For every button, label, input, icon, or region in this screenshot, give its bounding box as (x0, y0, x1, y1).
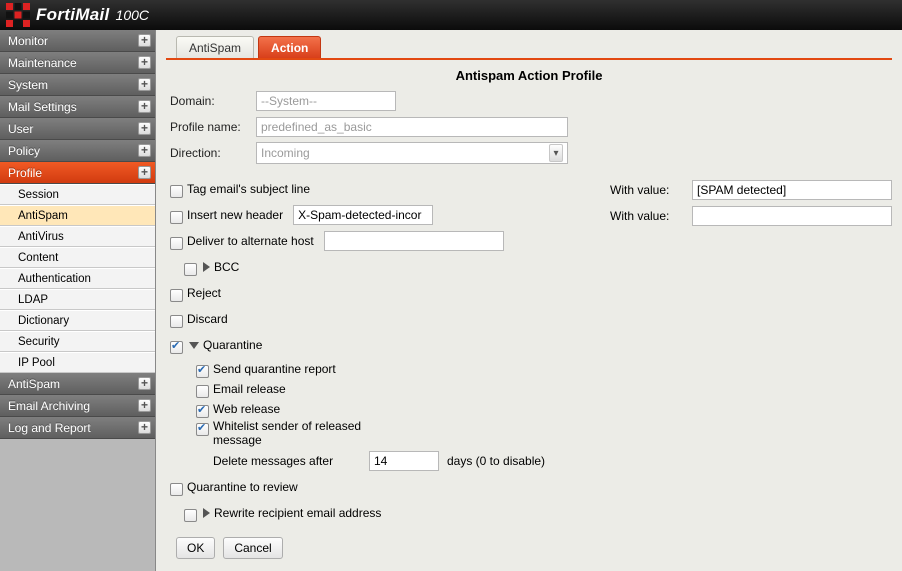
profile-name-label: Profile name: (170, 120, 256, 134)
profile-name-input (256, 117, 568, 137)
nav-email-archiving[interactable]: Email Archiving (0, 395, 155, 417)
main-panel: AntiSpam Action Antispam Action Profile … (156, 30, 902, 571)
nav-profile-session[interactable]: Session (0, 184, 155, 205)
tag-subject-label: Tag email's subject line (187, 182, 310, 196)
tag-subject-with-input[interactable] (692, 180, 892, 200)
q-web-release-label: Web release (213, 402, 280, 416)
nav-profile-ldap[interactable]: LDAP (0, 289, 155, 310)
nav-profile-antivirus[interactable]: AntiVirus (0, 226, 155, 247)
deliver-alt-host-checkbox[interactable] (170, 237, 183, 250)
quarantine-label: Quarantine (203, 338, 262, 352)
discard-label: Discard (187, 312, 228, 326)
q-delete-after-input[interactable] (369, 451, 439, 471)
expand-icon[interactable] (138, 34, 151, 47)
q-delete-after-label: Delete messages after (213, 454, 369, 468)
expand-icon[interactable] (138, 421, 151, 434)
q-send-report-label: Send quarantine report (213, 362, 336, 376)
tab-row: AntiSpam Action (166, 36, 892, 60)
reject-checkbox[interactable] (170, 289, 183, 302)
nav-profile-security[interactable]: Security (0, 331, 155, 352)
ok-button[interactable]: OK (176, 537, 215, 559)
q-email-release-checkbox[interactable] (196, 385, 209, 398)
panel-title: Antispam Action Profile (166, 68, 892, 83)
deliver-alt-host-input[interactable] (324, 231, 504, 251)
sidebar: Monitor Maintenance System Mail Settings… (0, 30, 156, 571)
nav-profile-ippool[interactable]: IP Pool (0, 352, 155, 373)
q-whitelist-checkbox[interactable] (196, 423, 209, 436)
nav-mail-settings[interactable]: Mail Settings (0, 96, 155, 118)
bcc-checkbox[interactable] (184, 263, 197, 276)
bcc-label: BCC (214, 260, 239, 274)
q-email-release-label: Email release (213, 382, 286, 396)
nav-maintenance[interactable]: Maintenance (0, 52, 155, 74)
tag-subject-with-label: With value: (610, 183, 682, 197)
nav-profile-antispam[interactable]: AntiSpam (0, 205, 155, 226)
expand-icon[interactable] (138, 377, 151, 390)
nav-profile-dictionary[interactable]: Dictionary (0, 310, 155, 331)
expand-icon[interactable] (138, 144, 151, 157)
nav-policy[interactable]: Policy (0, 140, 155, 162)
brand-name: FortiMail (36, 5, 110, 25)
q-send-report-checkbox[interactable] (196, 365, 209, 378)
chevron-down-icon: ▾ (549, 144, 563, 162)
cancel-button[interactable]: Cancel (223, 537, 282, 559)
expand-icon[interactable] (138, 100, 151, 113)
expand-down-icon[interactable] (189, 342, 199, 349)
nav-profile-authentication[interactable]: Authentication (0, 268, 155, 289)
top-bar: FortiMail 100C (0, 0, 902, 30)
expand-right-icon[interactable] (203, 508, 210, 518)
discard-checkbox[interactable] (170, 315, 183, 328)
reject-label: Reject (187, 286, 221, 300)
quarantine-checkbox[interactable] (170, 341, 183, 354)
nav-antispam[interactable]: AntiSpam (0, 373, 155, 395)
nav-system[interactable]: System (0, 74, 155, 96)
tab-antispam[interactable]: AntiSpam (176, 36, 254, 58)
domain-input (256, 91, 396, 111)
quarantine-review-label: Quarantine to review (187, 480, 298, 494)
q-whitelist-label: Whitelist sender of released message (213, 419, 383, 447)
direction-select[interactable]: Incoming ▾ (256, 142, 568, 164)
deliver-alt-host-label: Deliver to alternate host (187, 234, 314, 248)
q-delete-after-suffix: days (0 to disable) (447, 454, 545, 468)
q-web-release-checkbox[interactable] (196, 405, 209, 418)
insert-header-name-input[interactable] (293, 205, 433, 225)
expand-icon[interactable] (138, 399, 151, 412)
tab-action[interactable]: Action (258, 36, 321, 58)
nav-monitor[interactable]: Monitor (0, 30, 155, 52)
collapse-icon[interactable] (138, 166, 151, 179)
brand-logo (6, 3, 30, 27)
brand-model: 100C (116, 7, 149, 23)
nav-log-report[interactable]: Log and Report (0, 417, 155, 439)
insert-header-with-input[interactable] (692, 206, 892, 226)
expand-icon[interactable] (138, 122, 151, 135)
insert-header-checkbox[interactable] (170, 211, 183, 224)
insert-header-label: Insert new header (187, 208, 283, 222)
domain-label: Domain: (170, 94, 256, 108)
insert-header-with-label: With value: (610, 209, 682, 223)
direction-value: Incoming (261, 146, 310, 160)
expand-icon[interactable] (138, 56, 151, 69)
tag-subject-checkbox[interactable] (170, 185, 183, 198)
expand-icon[interactable] (138, 78, 151, 91)
quarantine-review-checkbox[interactable] (170, 483, 183, 496)
rewrite-recipient-checkbox[interactable] (184, 509, 197, 522)
nav-profile-content[interactable]: Content (0, 247, 155, 268)
rewrite-recipient-label: Rewrite recipient email address (214, 506, 381, 520)
direction-label: Direction: (170, 146, 256, 160)
nav-user[interactable]: User (0, 118, 155, 140)
expand-right-icon[interactable] (203, 262, 210, 272)
nav-profile[interactable]: Profile (0, 162, 155, 184)
